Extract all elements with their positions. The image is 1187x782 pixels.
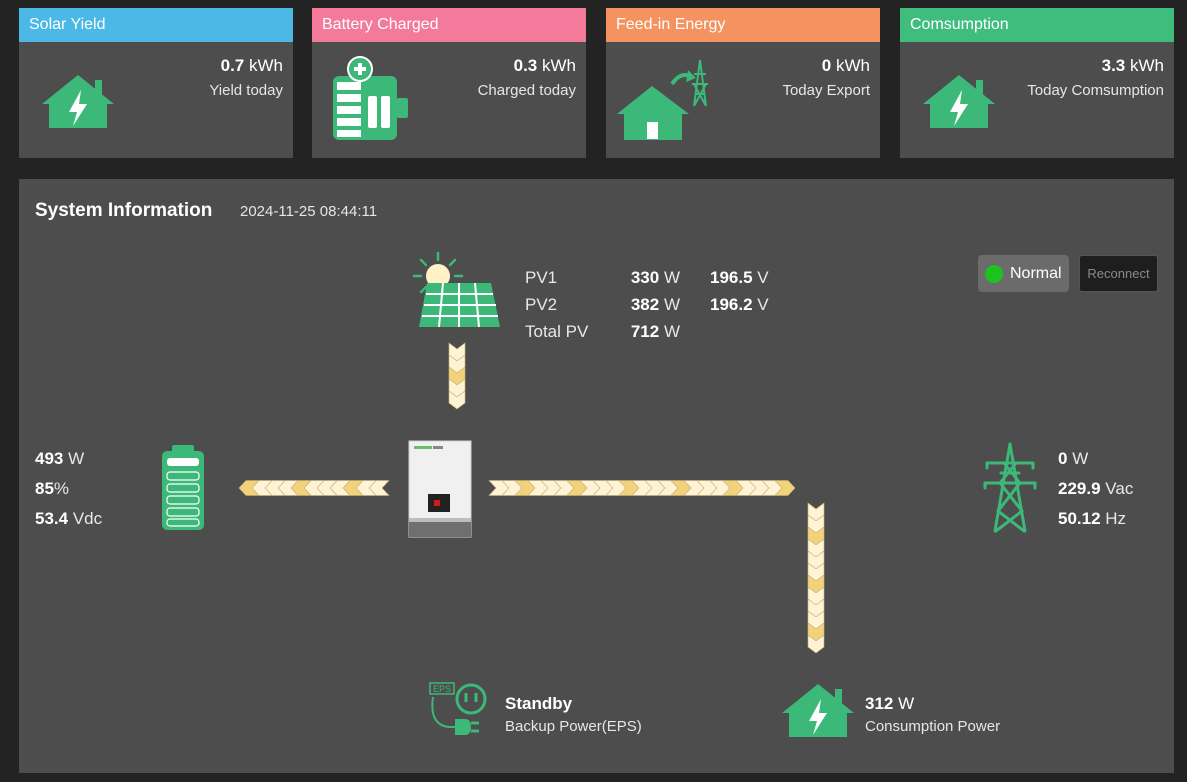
card-title: Feed-in Energy: [606, 8, 880, 42]
grid-power: 0 W: [1058, 449, 1089, 468]
card-subtitle: Today Comsumption: [1027, 82, 1164, 99]
eps-status: Standby: [505, 694, 573, 713]
inverter-icon: [408, 440, 472, 538]
card-title: Battery Charged: [312, 8, 586, 42]
house-bolt-icon: [923, 75, 995, 128]
house-grid-export-icon: [617, 59, 708, 140]
card-battery-charged: Battery Charged 0.3 kWh Charged today: [312, 8, 586, 158]
card-value: 3.3 kWh: [1101, 56, 1164, 75]
card-feed-in-energy: Feed-in Energy 0 kWh Today Export: [606, 8, 880, 158]
battery-voltage: 53.4 Vdc: [35, 509, 103, 528]
eps-badge: EPS: [433, 684, 451, 694]
system-information-panel: System Information 2024-11-25 08:44:11 N…: [19, 179, 1174, 773]
grid-frequency: 50.12 Hz: [1058, 509, 1127, 528]
battery-stats: 493 W 85% 53.4 Vdc: [35, 449, 102, 539]
card-consumption: Comsumption 3.3 kWh Today Comsumption: [900, 8, 1174, 158]
eps-info: Standby Backup Power(EPS): [505, 694, 642, 735]
battery-icon: [162, 445, 204, 530]
card-title: Solar Yield: [19, 8, 293, 42]
card-title: Comsumption: [900, 8, 1174, 42]
card-value: 0.7 kWh: [220, 56, 283, 75]
consumption-power: 312 W: [865, 694, 915, 713]
grid-voltage: 229.9 Vac: [1058, 479, 1134, 498]
card-solar-yield: Solar Yield 0.7 kWh Yield today: [19, 8, 293, 158]
card-value: 0 kWh: [821, 56, 870, 75]
card-subtitle: Yield today: [209, 82, 283, 99]
battery-power: 493 W: [35, 449, 85, 468]
card-value: 0.3 kWh: [513, 56, 576, 75]
house-bolt-icon: [782, 684, 854, 737]
house-bolt-icon: [42, 75, 114, 128]
eps-plug-icon: EPS: [429, 682, 487, 735]
battery-soc: 85%: [35, 479, 70, 498]
card-subtitle: Charged today: [477, 82, 576, 99]
grid-stats: 0 W 229.9 Vac 50.12 Hz: [1058, 449, 1133, 539]
card-subtitle: Today Export: [782, 82, 870, 99]
grid-tower-icon: [983, 442, 1037, 533]
battery-charge-icon: [333, 56, 408, 140]
consumption-label: Consumption Power: [865, 718, 1001, 735]
consumption-info: 312 W Consumption Power: [865, 694, 1000, 735]
eps-label: Backup Power(EPS): [505, 718, 642, 735]
